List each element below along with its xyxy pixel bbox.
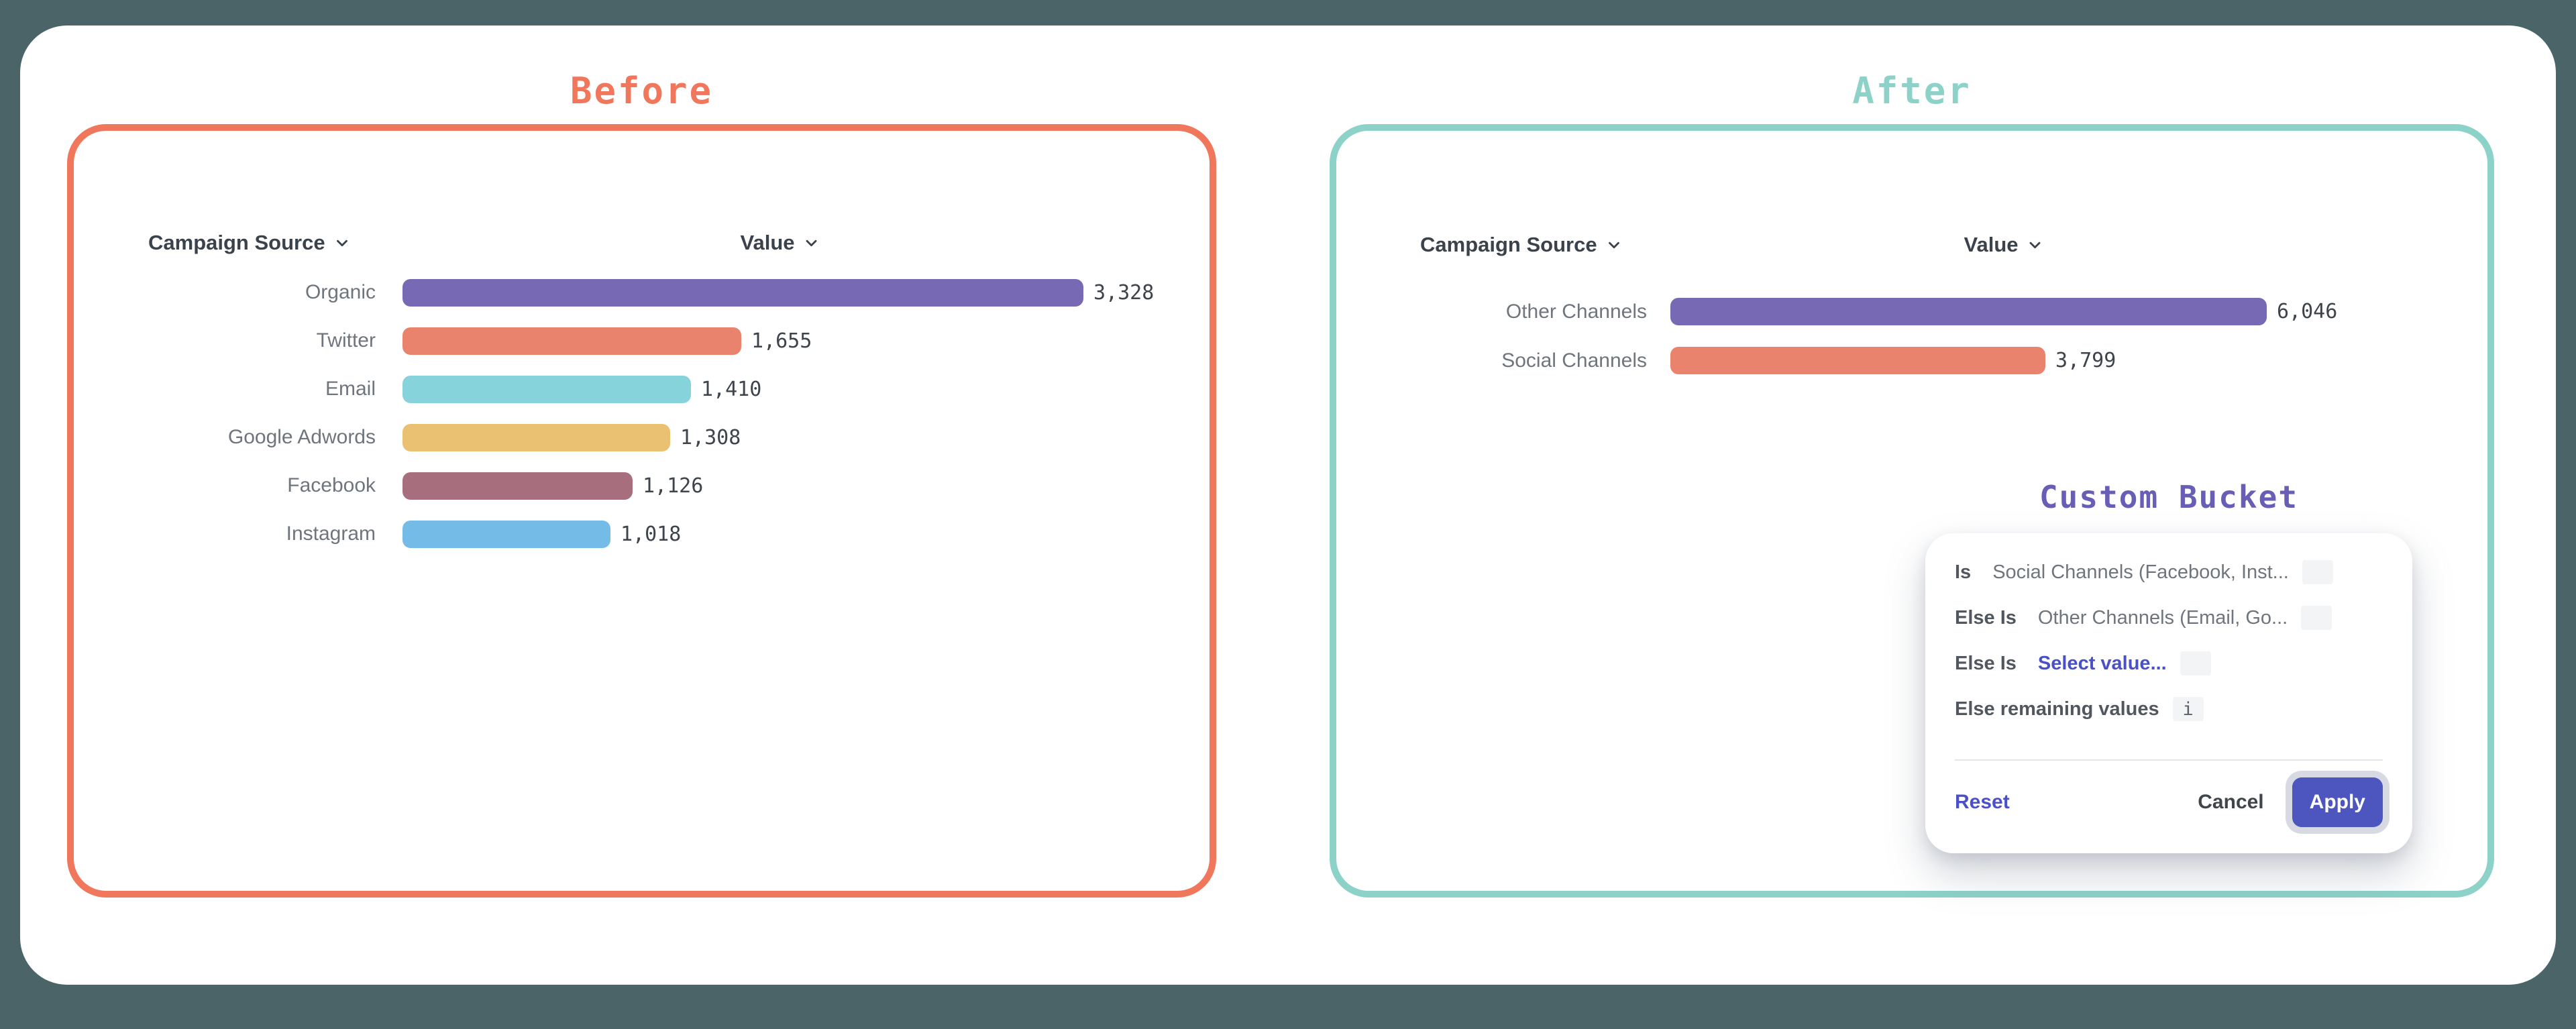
- category-label: Social Channels: [1432, 349, 1647, 372]
- chart-row: Twitter 1,655: [174, 317, 1154, 365]
- bucket-condition-prefix: Else Is: [1955, 653, 2017, 675]
- value-bar[interactable]: [1670, 298, 2267, 325]
- category-label: Email: [174, 378, 376, 400]
- category-label: Other Channels: [1432, 301, 1647, 323]
- custom-bucket-title: Custom Bucket: [1925, 478, 2412, 517]
- chart-row: Google Adwords 1,308: [174, 413, 1154, 462]
- value-label: 6,046: [2277, 300, 2337, 323]
- bucket-condition-prefix: Else remaining values: [1955, 698, 2159, 720]
- chart-row: Social Channels 3,799: [1432, 336, 2337, 385]
- value-bar[interactable]: [402, 327, 741, 355]
- category-label: Instagram: [174, 523, 376, 545]
- before-measure-header-label: Value: [741, 231, 795, 255]
- page-background: { "page": { "background": "#4A6468", "ca…: [0, 0, 2576, 1029]
- value-bar[interactable]: [402, 521, 610, 548]
- info-icon[interactable]: [2302, 560, 2333, 584]
- bucket-condition-row: Else Is Select value...: [1955, 651, 2392, 675]
- after-title: After: [1330, 70, 2494, 111]
- dialog-divider: [1955, 759, 2383, 761]
- bucket-condition-prefix: Else Is: [1955, 607, 2017, 629]
- value-label: 3,328: [1093, 281, 1154, 305]
- info-icon[interactable]: i: [2173, 697, 2204, 721]
- bucket-condition-value[interactable]: Select value...: [2038, 653, 2167, 675]
- chart-row: Instagram 1,018: [174, 510, 1154, 558]
- bucket-condition-value[interactable]: Other Channels (Email, Go...: [2038, 607, 2288, 629]
- apply-button[interactable]: Apply: [2292, 777, 2383, 827]
- cancel-button[interactable]: Cancel: [2198, 791, 2263, 814]
- bucket-condition-row: Is Social Channels (Facebook, Inst...: [1955, 560, 2392, 584]
- value-label: 1,018: [621, 523, 681, 546]
- before-dimension-header[interactable]: Campaign Source: [148, 229, 351, 256]
- value-bar[interactable]: [402, 472, 633, 500]
- category-label: Facebook: [174, 474, 376, 497]
- bucket-condition-prefix: Is: [1955, 561, 1971, 584]
- chevron-down-icon: [1605, 236, 1623, 254]
- value-bar[interactable]: [402, 424, 670, 451]
- bucket-condition-value[interactable]: Social Channels (Facebook, Inst...: [1992, 561, 2289, 584]
- info-icon[interactable]: [2180, 651, 2211, 675]
- category-label: Google Adwords: [174, 426, 376, 449]
- chart-row: Other Channels 6,046: [1432, 287, 2337, 336]
- value-bar[interactable]: [402, 376, 691, 403]
- value-bar[interactable]: [402, 279, 1083, 307]
- chart-row: Facebook 1,126: [174, 462, 1154, 510]
- value-label: 3,799: [2055, 349, 2116, 372]
- info-icon[interactable]: [2301, 606, 2332, 630]
- custom-bucket-dialog: Is Social Channels (Facebook, Inst... El…: [1925, 533, 2412, 853]
- after-dimension-header-label: Campaign Source: [1420, 233, 1597, 257]
- after-bar-chart: Other Channels 6,046 Social Channels 3,7…: [1432, 287, 2337, 385]
- chevron-down-icon: [2027, 236, 2044, 254]
- after-measure-header-label: Value: [1964, 233, 2019, 257]
- before-dimension-header-label: Campaign Source: [148, 231, 325, 255]
- chart-row: Organic 3,328: [174, 268, 1154, 317]
- dialog-footer: Reset Cancel Apply: [1955, 773, 2383, 831]
- before-bar-chart: Organic 3,328 Twitter 1,655 Email 1,410 …: [174, 268, 1154, 558]
- before-measure-header[interactable]: Value: [741, 229, 820, 256]
- chevron-down-icon: [803, 234, 820, 252]
- after-measure-header[interactable]: Value: [1964, 231, 2044, 258]
- bucket-condition-row: Else Is Other Channels (Email, Go...: [1955, 606, 2392, 630]
- reset-button[interactable]: Reset: [1955, 791, 2010, 814]
- before-title: Before: [67, 70, 1216, 111]
- category-label: Twitter: [174, 329, 376, 352]
- value-label: 1,410: [701, 378, 761, 401]
- chevron-down-icon: [333, 234, 351, 252]
- category-label: Organic: [174, 281, 376, 304]
- value-label: 1,126: [643, 474, 703, 498]
- value-bar[interactable]: [1670, 347, 2045, 374]
- value-label: 1,655: [751, 329, 812, 353]
- chart-row: Email 1,410: [174, 365, 1154, 413]
- value-label: 1,308: [680, 426, 741, 449]
- bucket-condition-row: Else remaining values i: [1955, 697, 2392, 721]
- after-dimension-header[interactable]: Campaign Source: [1420, 231, 1623, 258]
